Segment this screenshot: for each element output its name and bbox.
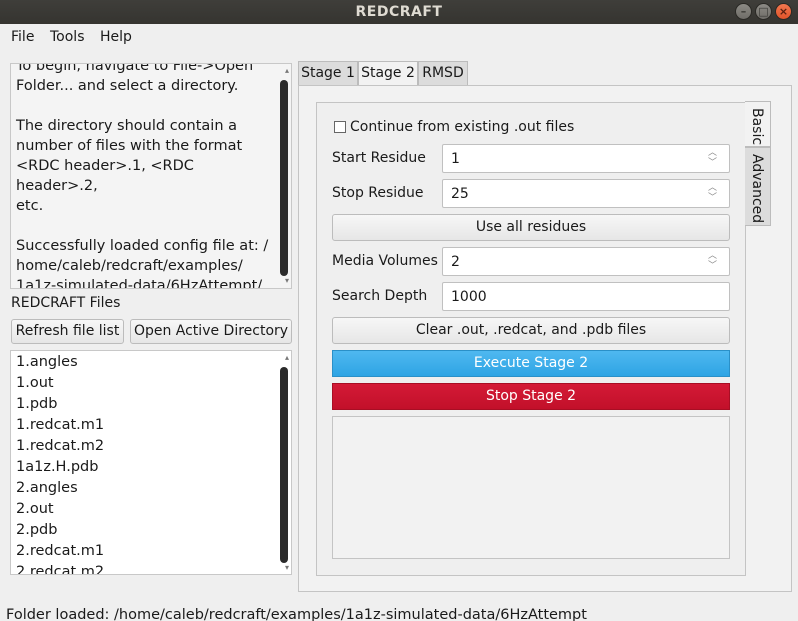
tab-basic[interactable]: Basic: [745, 101, 771, 147]
menu-bar: File Tools Help: [0, 24, 798, 51]
tab-rmsd[interactable]: RMSD: [418, 61, 468, 85]
search-depth-value: 1000: [451, 289, 487, 305]
minimize-icon[interactable]: –: [735, 3, 752, 20]
open-active-directory-button[interactable]: Open Active Directory: [130, 319, 292, 344]
spin-arrows-icon[interactable]: ︿ ﹀: [708, 148, 717, 168]
scroll-up-icon[interactable]: ▴: [285, 353, 289, 362]
use-all-residues-button[interactable]: Use all residues: [332, 214, 730, 241]
log-area[interactable]: To begin, navigate to File->Open Folder.…: [10, 63, 292, 289]
file-list-scrollbar[interactable]: [280, 367, 288, 563]
list-item[interactable]: 1a1z.H.pdb: [16, 459, 98, 475]
stop-residue-spinbox[interactable]: 25 ︿ ﹀: [442, 179, 730, 208]
window-title: REDCRAFT: [355, 4, 443, 20]
tab-advanced-label: Advanced: [749, 154, 765, 224]
close-icon[interactable]: ×: [775, 3, 792, 20]
list-item[interactable]: 1.redcat.m2: [16, 438, 104, 454]
stop-residue-label: Stop Residue: [332, 185, 424, 201]
files-section-label: REDCRAFT Files: [11, 295, 121, 311]
tab-stage-1[interactable]: Stage 1: [298, 61, 358, 85]
execute-stage2-button[interactable]: Execute Stage 2: [332, 350, 730, 377]
menu-tools[interactable]: Tools: [50, 29, 85, 45]
tab-stage-2[interactable]: Stage 2: [358, 61, 418, 86]
list-item[interactable]: 1.out: [16, 375, 54, 391]
log-scrollbar[interactable]: [280, 80, 288, 276]
list-item[interactable]: 2.redcat.m2: [16, 564, 104, 574]
search-depth-field[interactable]: 1000: [442, 282, 730, 311]
spin-arrows-icon[interactable]: ︿ ﹀: [708, 251, 717, 271]
clear-files-button[interactable]: Clear .out, .redcat, and .pdb files: [332, 317, 730, 344]
window-controls: – □ ×: [735, 3, 792, 20]
file-list[interactable]: 1.angles 1.out 1.pdb 1.redcat.m1 1.redca…: [10, 350, 292, 575]
scroll-down-icon[interactable]: ▾: [285, 563, 289, 572]
stop-residue-value: 25: [451, 186, 469, 202]
media-volumes-label: Media Volumes: [332, 253, 438, 269]
search-depth-label: Search Depth: [332, 288, 428, 304]
spin-arrows-icon[interactable]: ︿ ﹀: [708, 183, 717, 203]
list-item[interactable]: 2.pdb: [16, 522, 57, 538]
menu-help[interactable]: Help: [100, 29, 132, 45]
list-item[interactable]: 1.angles: [16, 354, 78, 370]
media-volumes-value: 2: [451, 254, 460, 270]
status-bar-text: Folder loaded: /home/caleb/redcraft/exam…: [6, 607, 587, 621]
continue-checkbox[interactable]: [334, 121, 346, 133]
log-text: To begin, navigate to File->Open Folder.…: [16, 63, 269, 289]
maximize-icon[interactable]: □: [755, 3, 772, 20]
continue-label: Continue from existing .out files: [350, 119, 575, 135]
refresh-file-list-button[interactable]: Refresh file list: [11, 319, 124, 344]
scroll-up-icon[interactable]: ▴: [285, 66, 289, 75]
menu-file[interactable]: File: [11, 29, 34, 45]
title-bar: REDCRAFT – □ ×: [0, 0, 798, 24]
start-residue-value: 1: [451, 151, 460, 167]
media-volumes-spinbox[interactable]: 2 ︿ ﹀: [442, 247, 730, 276]
list-item[interactable]: 2.angles: [16, 480, 78, 496]
list-item[interactable]: 2.out: [16, 501, 54, 517]
list-item[interactable]: 1.redcat.m1: [16, 417, 104, 433]
start-residue-spinbox[interactable]: 1 ︿ ﹀: [442, 144, 730, 173]
list-item[interactable]: 2.redcat.m1: [16, 543, 104, 559]
tab-advanced[interactable]: Advanced: [745, 147, 771, 226]
stop-stage2-button[interactable]: Stop Stage 2: [332, 383, 730, 410]
start-residue-label: Start Residue: [332, 150, 426, 166]
tab-basic-label: Basic: [749, 108, 765, 146]
list-item[interactable]: 1.pdb: [16, 396, 57, 412]
stage2-output-area[interactable]: [332, 416, 730, 559]
scroll-down-icon[interactable]: ▾: [285, 276, 289, 285]
